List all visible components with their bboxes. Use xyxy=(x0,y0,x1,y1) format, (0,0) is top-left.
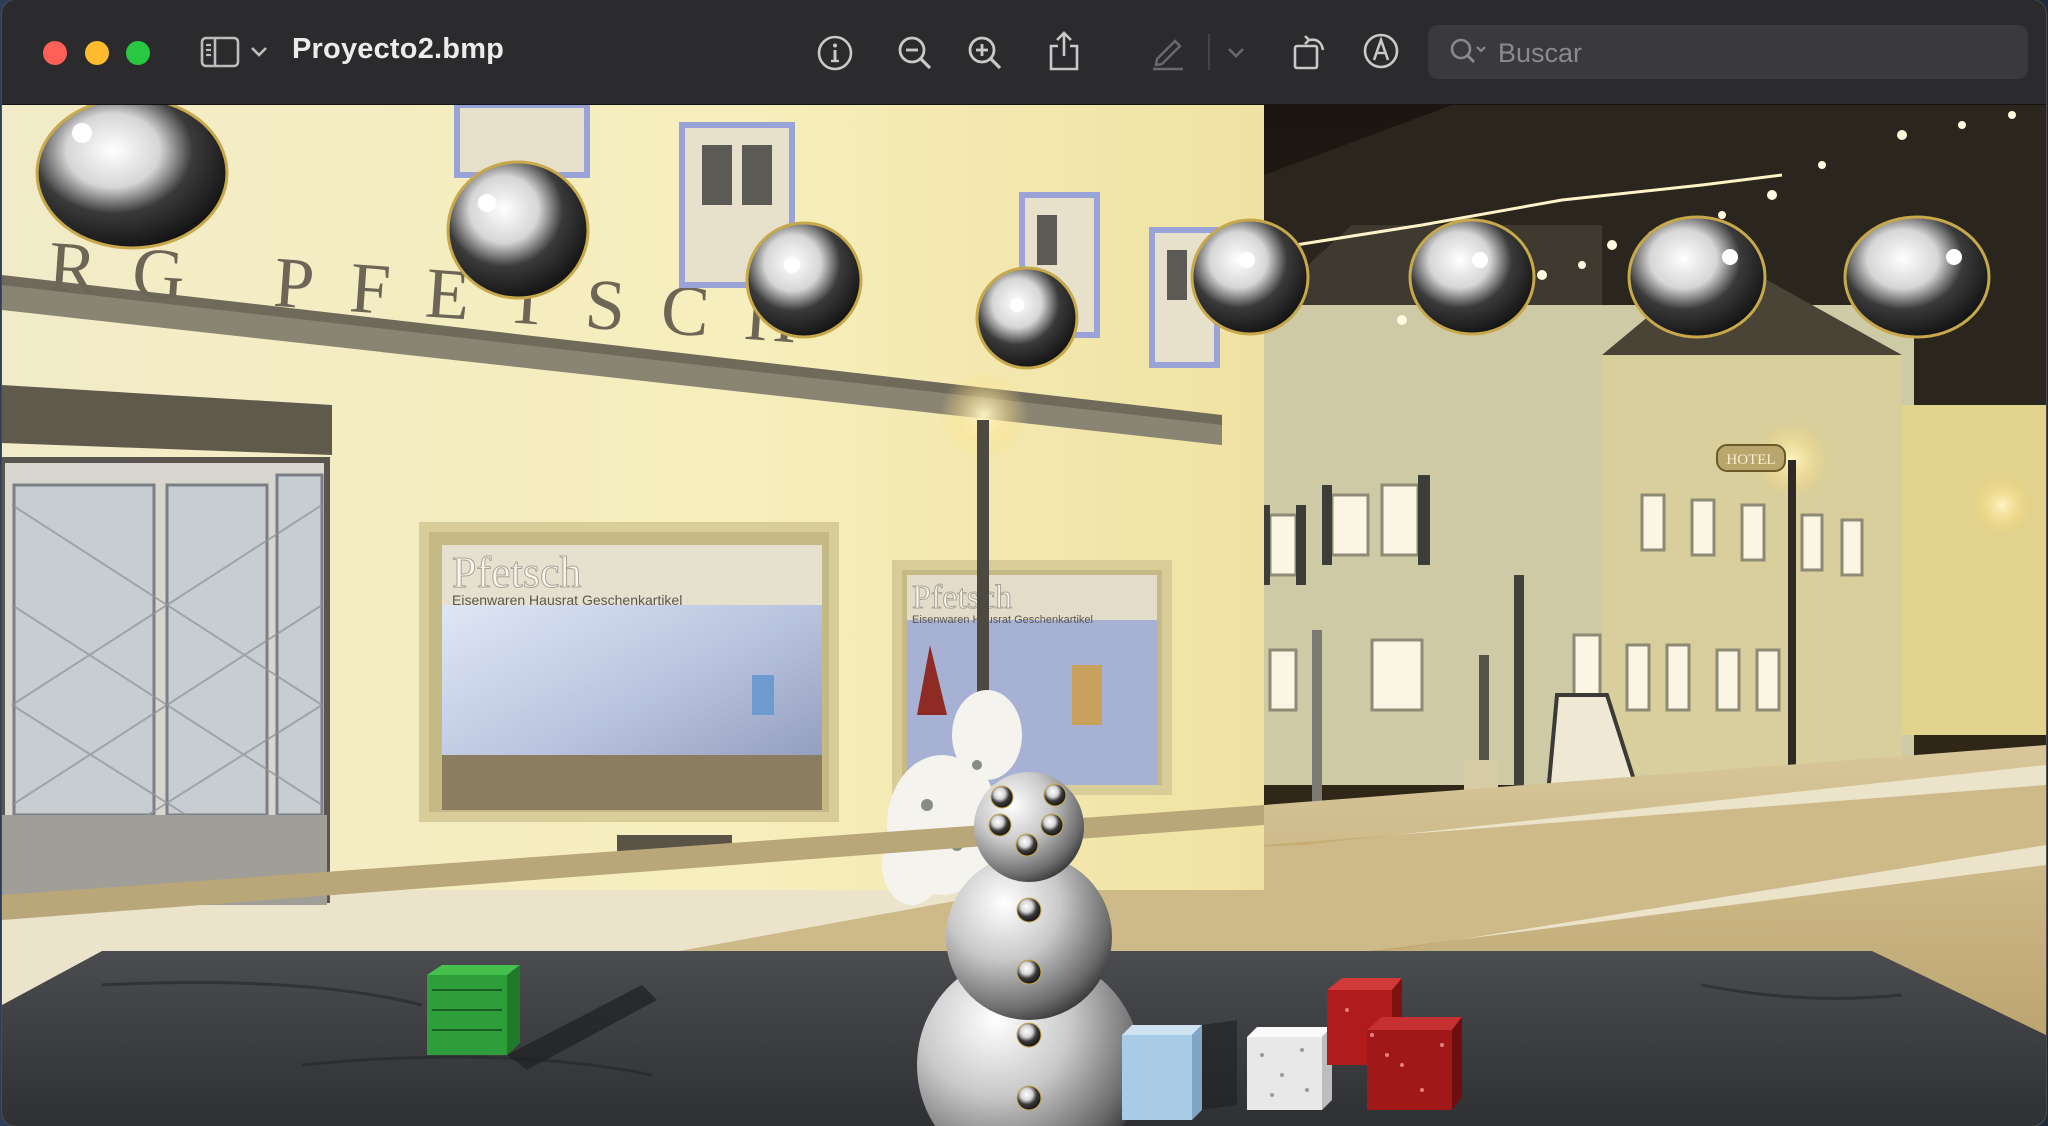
document-title: Proyecto2.bmp xyxy=(292,33,505,65)
zoom-out-icon[interactable] xyxy=(894,32,936,74)
search-icon xyxy=(1446,35,1490,69)
close-button[interactable] xyxy=(43,41,67,65)
window-right-tagline: Eisenwaren Hausrat Geschenkartikel xyxy=(912,614,1093,626)
white-cube xyxy=(1247,1027,1332,1110)
minimize-button[interactable] xyxy=(85,41,109,65)
sidebar-toggle-icon[interactable] xyxy=(198,32,242,72)
search-field[interactable] xyxy=(1428,25,2028,79)
background-houses: HOTEL xyxy=(1263,105,2046,820)
title-bar[interactable]: Proyecto2.bmp xyxy=(2,0,2046,105)
preview-window: Proyecto2.bmp Buscar HOTEL RG PFETSCH Pf… xyxy=(2,0,2046,1126)
share-icon[interactable] xyxy=(1044,28,1084,74)
window-left-tagline: Eisenwaren Hausrat Geschenkartikel xyxy=(452,592,682,608)
rotate-icon[interactable] xyxy=(1290,30,1330,74)
markup-pencil-icon[interactable] xyxy=(1148,32,1188,72)
window-right-brand: Pfetsch xyxy=(912,579,1012,616)
chevron-down-icon[interactable] xyxy=(248,40,270,64)
zoom-in-icon[interactable] xyxy=(964,32,1006,74)
fullscreen-button[interactable] xyxy=(126,41,150,65)
chevron-down-icon[interactable] xyxy=(1225,42,1247,64)
markup-toolbar-icon[interactable] xyxy=(1360,30,1402,72)
blue-cube xyxy=(1122,1020,1237,1120)
image-canvas: HOTEL RG PFETSCH Pfetsch Eisenwaren Haus… xyxy=(2,105,2046,1126)
rendered-scene: HOTEL RG PFETSCH Pfetsch Eisenwaren Haus… xyxy=(2,105,2046,1126)
hotel-sign-label: HOTEL xyxy=(1726,452,1775,468)
info-icon[interactable] xyxy=(814,32,856,74)
toolbar-divider xyxy=(1208,34,1210,70)
window-left-brand: Pfetsch xyxy=(452,548,582,597)
search-input[interactable] xyxy=(1496,33,2000,73)
